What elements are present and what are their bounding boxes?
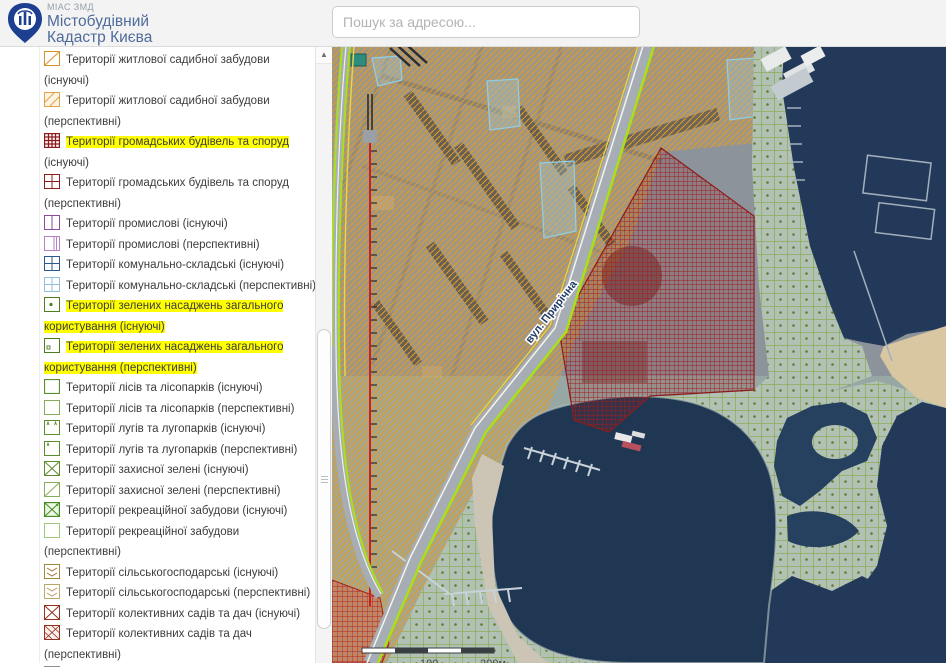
- legend-item-residential-perspective[interactable]: Території житлової садибної забудови (пе…: [0, 91, 315, 132]
- scrollbar-grip-icon: [321, 476, 328, 477]
- legend-scrollbar[interactable]: ▲: [315, 46, 332, 663]
- channel-island: [812, 425, 858, 459]
- legend-item-agricultural-perspective[interactable]: Території сільськогосподарські (перспект…: [0, 583, 315, 604]
- legend-item-public-buildings-existing[interactable]: Території громадських будівель та споруд…: [0, 132, 315, 173]
- square-darkred-x-icon: [44, 605, 60, 620]
- square-darkred-x-hatch-icon: [44, 625, 60, 640]
- square-green-corner-icon: [44, 338, 60, 353]
- legend-item-communal-perspective[interactable]: Території комунально-складські (перспект…: [0, 276, 315, 297]
- layers-legend-panel: Території житлової садибної забудови (іс…: [0, 46, 332, 663]
- square-orange-diagonal-icon: [44, 51, 60, 66]
- square-green-x-icon: [44, 461, 60, 476]
- square-palegreen-icon: [44, 523, 60, 538]
- legend-item-garden-plots-existing[interactable]: Території колективних садів та дач (існу…: [0, 604, 315, 625]
- kyiv-cadastre-logo-icon[interactable]: [6, 2, 44, 44]
- water-bay: [491, 396, 776, 663]
- legend-item-public-buildings-perspective[interactable]: Території громадських будівель та споруд…: [0, 173, 315, 214]
- map-canvas[interactable]: вул. Прирічна 100 200м: [332, 46, 946, 663]
- legend-item-forests-perspective[interactable]: Території лісів та лісопарків (перспекти…: [0, 399, 315, 420]
- legend-item-protective-green-perspective[interactable]: Території захисної зелені (перспективні): [0, 481, 315, 502]
- square-red-grid-icon: [44, 133, 60, 148]
- legend-item-agricultural-existing[interactable]: Території сільськогосподарські (існуючі): [0, 563, 315, 584]
- square-olive-chevrons-light-icon: [44, 584, 60, 599]
- square-blue-cross-icon: [44, 256, 60, 271]
- legend-item-protective-green-existing[interactable]: Території захисної зелені (існуючі): [0, 460, 315, 481]
- legend-item-residential-existing[interactable]: Території житлової садибної забудови (іс…: [0, 50, 315, 91]
- app-title-line1: Містобудівний: [47, 14, 152, 30]
- square-green-icon: [44, 379, 60, 394]
- legend-item-industrial-perspective[interactable]: Території промислові (перспективні): [0, 235, 315, 256]
- scrollbar-thumb[interactable]: [317, 329, 331, 629]
- legend-item-green-public-perspective[interactable]: Території зелених насаджень загального к…: [0, 337, 315, 378]
- app-subtitle: МІАС ЗМД: [47, 3, 152, 12]
- square-lightblue-cross-icon: [44, 277, 60, 292]
- square-green-marks-icon: [44, 420, 60, 435]
- square-purple-vlines-icon: [44, 236, 60, 251]
- legend-item-meadows-perspective[interactable]: Території лугів та лугопарків (перспекти…: [0, 440, 315, 461]
- legend-item-meadows-existing[interactable]: Території лугів та лугопарків (існуючі): [0, 419, 315, 440]
- legend-item-forests-existing[interactable]: Території лісів та лісопарків (існуючі): [0, 378, 315, 399]
- square-green-mark-icon: [44, 441, 60, 456]
- scroll-up-arrow-icon[interactable]: ▲: [316, 46, 332, 64]
- square-green-diagonal-icon: [44, 482, 60, 497]
- app-header: МІАС ЗМД Містобудівний Кадастр Києва: [0, 0, 946, 47]
- legend-list: Території житлової садибної забудови (іс…: [0, 46, 315, 667]
- square-green-dot-icon: [44, 297, 60, 312]
- legend-item-garden-plots-perspective[interactable]: Території колективних садів та дач (перс…: [0, 624, 315, 665]
- legend-item-green-public-existing[interactable]: Території зелених насаджень загального к…: [0, 296, 315, 337]
- legend-item-recreational-existing[interactable]: Території рекреаційної забудови (існуючі…: [0, 501, 315, 522]
- address-search-input[interactable]: [332, 6, 640, 38]
- app-title-line2: Кадастр Києва: [47, 30, 152, 46]
- scale-label-100: 100: [420, 658, 438, 663]
- square-red-cross-icon: [44, 174, 60, 189]
- square-orange-hatch-icon: [44, 92, 60, 107]
- legend-item-industrial-existing[interactable]: Території промислові (існуючі): [0, 214, 315, 235]
- legend-item-communal-existing[interactable]: Території комунально-складські (існуючі): [0, 255, 315, 276]
- map-svg: вул. Прирічна 100 200м: [332, 46, 946, 663]
- square-green-x-fill-icon: [44, 502, 60, 517]
- square-olive-chevrons-icon: [44, 564, 60, 579]
- square-purple-vline-icon: [44, 215, 60, 230]
- legend-item-recreational-perspective[interactable]: Території рекреаційної забудови (перспек…: [0, 522, 315, 563]
- scale-label-200: 200м: [480, 658, 506, 663]
- square-green-light-icon: [44, 400, 60, 415]
